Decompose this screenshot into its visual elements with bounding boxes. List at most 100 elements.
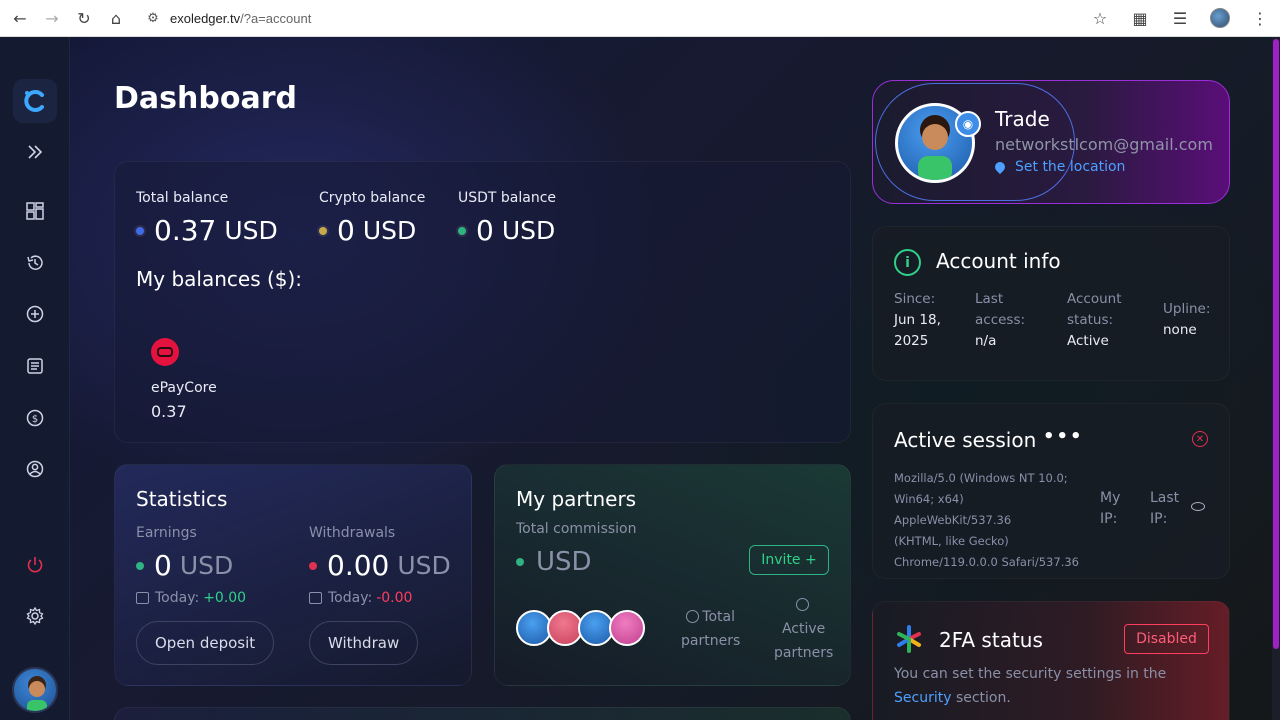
total-partners-line1: Total bbox=[702, 609, 735, 625]
app-root: $ Dashboard Total balance 0.37 USD Crypto… bbox=[0, 37, 1280, 720]
url-host: exoledger.tv bbox=[170, 10, 241, 26]
set-location-link[interactable]: Set the location bbox=[992, 159, 1126, 175]
profile-avatar-icon[interactable] bbox=[1200, 2, 1240, 34]
brand-logo-icon[interactable] bbox=[13, 79, 57, 123]
user-agent-line: Mozilla/5.0 (Windows NT 10.0; bbox=[894, 471, 1068, 485]
invite-button[interactable]: Invite + bbox=[749, 545, 829, 575]
add-circle-icon[interactable] bbox=[17, 296, 53, 332]
profile-email: networkstlcom@gmail.com bbox=[995, 135, 1213, 154]
twofa-message: You can set the security settings in the… bbox=[894, 662, 1214, 710]
active-partners-stat: Active partners bbox=[774, 593, 833, 665]
earnings-amount: 0 bbox=[154, 549, 172, 582]
upline-value: none bbox=[1163, 322, 1197, 338]
dashboard-grid-icon[interactable] bbox=[17, 193, 53, 229]
withdrawals-label: Withdrawals bbox=[309, 525, 396, 541]
usdt-balance-amount: 0 bbox=[476, 214, 494, 247]
bookmark-star-icon[interactable]: ☆ bbox=[1080, 2, 1120, 34]
commission-currency: USD bbox=[536, 547, 592, 577]
logout-power-icon[interactable] bbox=[17, 547, 53, 583]
two-factor-card: 2FA status Disabled You can set the secu… bbox=[872, 601, 1230, 720]
withdrawals-currency: USD bbox=[397, 551, 451, 580]
total-balance-amount: 0.37 bbox=[154, 214, 217, 247]
calendar-icon bbox=[136, 592, 149, 604]
settings-gear-icon[interactable] bbox=[17, 598, 53, 634]
camera-icon[interactable]: ◉ bbox=[955, 111, 981, 137]
partner-avatars bbox=[516, 610, 645, 646]
total-balance-label: Total balance bbox=[136, 190, 229, 206]
history-icon[interactable] bbox=[17, 245, 53, 281]
earnings-today-value: +0.00 bbox=[203, 590, 247, 606]
sidebar: $ bbox=[0, 37, 70, 720]
withdraw-button[interactable]: Withdraw bbox=[309, 621, 419, 665]
calendar-icon bbox=[309, 592, 322, 604]
account-status-label-2: status: bbox=[1067, 312, 1114, 328]
my-ip-label-2: IP: bbox=[1100, 511, 1118, 527]
usdt-balance-label: USDT balance bbox=[458, 190, 557, 206]
url-text[interactable]: exoledger.tv/?a=account bbox=[170, 11, 311, 26]
earnings-label: Earnings bbox=[136, 525, 197, 541]
active-session-title: Active session bbox=[894, 428, 1037, 452]
set-location-text: Set the location bbox=[1015, 159, 1126, 175]
earnings-currency: USD bbox=[179, 551, 234, 580]
withdrawals-today-value: -0.00 bbox=[376, 590, 413, 606]
eye-icon[interactable] bbox=[1191, 502, 1205, 511]
account-info-card: i Account info Since: Jun 18, 2025 Last … bbox=[872, 226, 1230, 381]
back-icon[interactable]: ← bbox=[4, 2, 36, 34]
earnings-stat: Earnings 0 USD Today: +0.00 bbox=[136, 525, 246, 606]
site-info-icon[interactable]: ⚙ bbox=[142, 7, 164, 29]
open-deposit-button[interactable]: Open deposit bbox=[136, 621, 275, 665]
earnings-dot bbox=[136, 561, 144, 570]
since-value-1: Jun 18, bbox=[894, 312, 941, 328]
active-partners-line2: partners bbox=[774, 645, 834, 661]
usdt-balance-currency: USD bbox=[501, 216, 556, 245]
account-status-label-1: Account bbox=[1067, 291, 1122, 307]
withdrawals-today-label: Today: bbox=[328, 590, 373, 606]
wallet-name: ePayCore bbox=[151, 380, 217, 396]
extensions-icon[interactable]: ▦ bbox=[1120, 2, 1160, 34]
home-icon[interactable]: ⌂ bbox=[100, 2, 132, 34]
total-balance-currency: USD bbox=[224, 216, 278, 245]
user-icon bbox=[795, 598, 809, 611]
user-agent-line: Chrome/119.0.0.0 Safari/537.36 bbox=[894, 555, 1079, 569]
reload-icon[interactable]: ↻ bbox=[68, 2, 100, 34]
withdrawals-amount: 0.00 bbox=[327, 549, 390, 582]
epaycore-logo-icon bbox=[151, 338, 179, 366]
twofa-status-badge: Disabled bbox=[1124, 624, 1209, 654]
total-balance-dot bbox=[136, 226, 144, 235]
last-access-value: n/a bbox=[975, 333, 997, 349]
wallet-amount: 0.37 bbox=[151, 402, 187, 421]
menu-kebab-icon[interactable]: ⋮ bbox=[1240, 2, 1280, 34]
total-commission-label: Total commission bbox=[516, 521, 637, 537]
statistics-title: Statistics bbox=[136, 487, 228, 511]
user-circle-icon[interactable] bbox=[17, 451, 53, 487]
user-avatar[interactable] bbox=[12, 667, 58, 713]
my-ip-field: My IP: bbox=[1100, 488, 1120, 530]
security-link[interactable]: Security bbox=[894, 690, 952, 706]
upline-field: Upline: none bbox=[1163, 299, 1210, 341]
media-controls-icon[interactable]: ☰ bbox=[1160, 2, 1200, 34]
expand-sidebar-icon[interactable] bbox=[17, 134, 53, 170]
last-access-label-1: Last bbox=[975, 291, 1004, 307]
user-agent-line: Win64; x64) AppleWebKit/537.36 bbox=[894, 492, 1012, 527]
close-session-icon[interactable]: ✕ bbox=[1192, 431, 1208, 447]
last-ip-label-2: IP: bbox=[1150, 511, 1168, 527]
crypto-balance-amount: 0 bbox=[337, 214, 355, 247]
partners-title: My partners bbox=[516, 487, 637, 511]
total-partners-line2: partners bbox=[681, 633, 741, 649]
active-session-card: Active session ••• ✕ Mozilla/5.0 (Window… bbox=[872, 403, 1230, 579]
address-bar[interactable]: ⚙ exoledger.tv/?a=account bbox=[138, 4, 1128, 32]
forward-icon[interactable]: → bbox=[36, 2, 68, 34]
info-icon: i bbox=[894, 249, 921, 276]
twofa-star-icon bbox=[897, 625, 921, 653]
list-document-icon[interactable] bbox=[17, 348, 53, 384]
scrollbar-thumb[interactable] bbox=[1273, 39, 1279, 649]
wallet-item-epaycore[interactable]: ePayCore 0.37 bbox=[151, 338, 217, 421]
since-value-2: 2025 bbox=[894, 333, 929, 349]
usdt-balance: USDT balance 0 USD bbox=[458, 190, 556, 247]
more-dots-icon[interactable]: ••• bbox=[1043, 426, 1084, 447]
partners-card: My partners Total commission USD Invite … bbox=[494, 464, 851, 686]
upline-label: Upline: bbox=[1163, 301, 1211, 317]
account-status-field: Account status: Active bbox=[1067, 289, 1122, 352]
dollar-circle-icon[interactable]: $ bbox=[17, 400, 53, 436]
page-scrollbar[interactable] bbox=[1272, 37, 1280, 720]
